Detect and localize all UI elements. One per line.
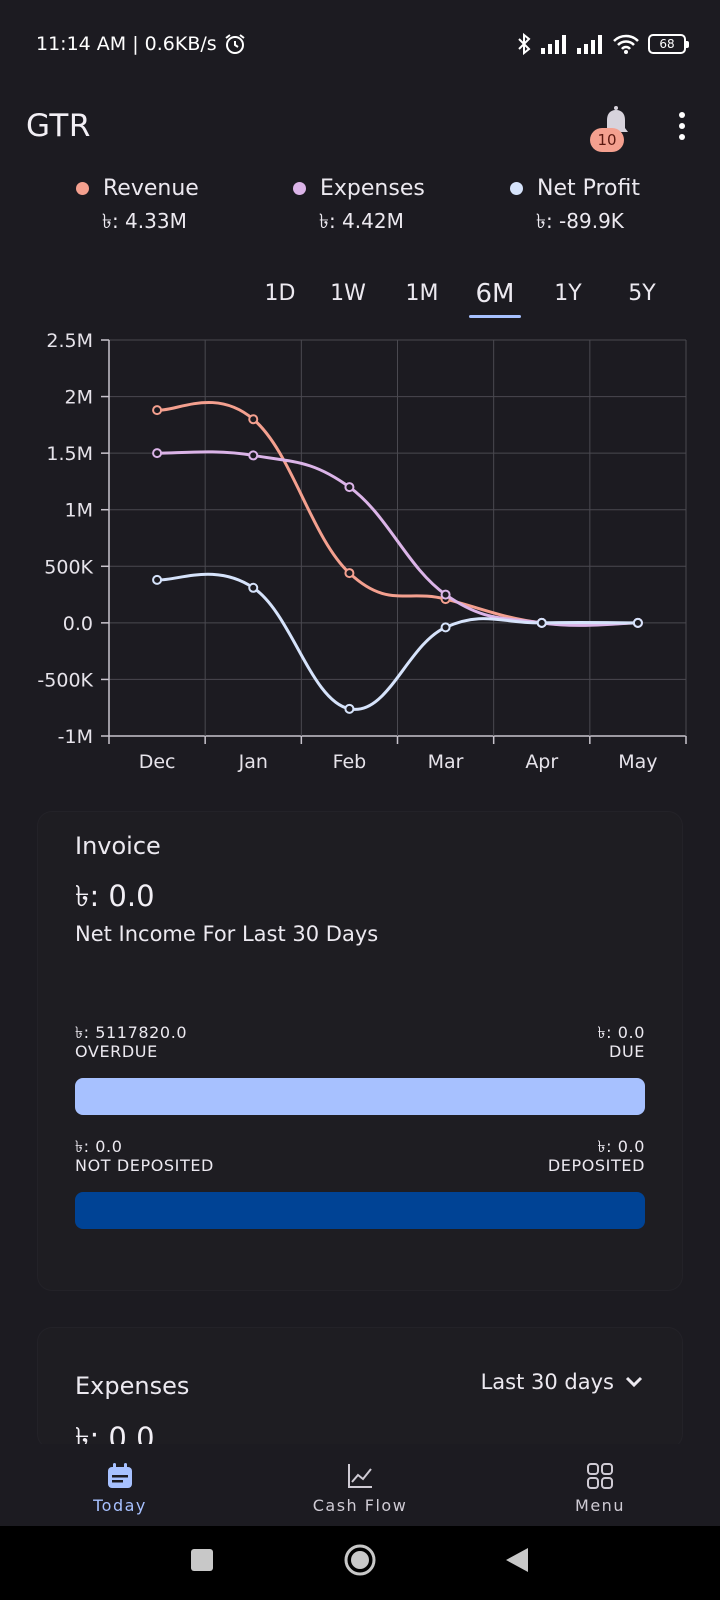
y-tick-label: -1M: [58, 726, 93, 748]
x-tick-label: Apr: [525, 751, 558, 773]
nav-today-label: Today: [93, 1496, 147, 1515]
x-tick-label: May: [618, 751, 657, 773]
expenses-dot: [293, 182, 306, 195]
back-icon[interactable]: [504, 1546, 530, 1574]
revenue-dot: [76, 182, 89, 195]
nav-today[interactable]: Today: [0, 1444, 240, 1526]
signal-icon: [541, 35, 566, 54]
data-point-expenses: [152, 448, 163, 459]
expenses-card[interactable]: Expenses ৳: 0.0 Last 30 days: [38, 1328, 682, 1455]
data-point-net-profit: [152, 574, 163, 585]
x-tick-label: Feb: [333, 751, 367, 773]
legend-expenses: Expenses ৳: 4.42M: [293, 176, 425, 240]
y-tick-label: 500K: [44, 556, 93, 578]
not-deposited-label: NOT DEPOSITED: [75, 1156, 214, 1175]
legend-revenue: Revenue ৳: 4.33M: [76, 176, 199, 240]
home-icon[interactable]: [343, 1543, 377, 1577]
page-title: GTR: [26, 108, 91, 144]
net-profit-dot: [510, 182, 523, 195]
tab-1m[interactable]: 1M: [401, 270, 443, 318]
tab-1w[interactable]: 1W: [327, 270, 369, 318]
status-time: 11:14 AM | 0.6KB/s: [36, 33, 217, 55]
y-tick-label: 1M: [65, 500, 93, 522]
nav-cash-flow-label: Cash Flow: [312, 1496, 408, 1515]
system-navigation-bar: [0, 1526, 720, 1600]
legend-expenses-label: Expenses: [320, 176, 425, 201]
y-tick-label: 2M: [65, 387, 93, 409]
data-point-revenue: [152, 405, 163, 416]
data-point-net-profit: [248, 582, 259, 593]
data-point-expenses: [248, 450, 259, 461]
y-tick-label: 1.5M: [46, 443, 93, 465]
y-tick-label: 0.0: [63, 613, 93, 635]
data-point-net-profit: [440, 622, 451, 633]
data-point-expenses: [440, 589, 451, 600]
legend-expenses-value: ৳: 4.42M: [319, 209, 404, 233]
data-point-expenses: [344, 482, 355, 493]
nav-menu[interactable]: Menu: [480, 1444, 720, 1526]
x-tick-label: Dec: [139, 751, 176, 773]
data-point-net-profit: [632, 617, 643, 628]
calendar-icon: [108, 1463, 132, 1488]
data-point-net-profit: [344, 703, 355, 714]
overdue-progress-bar[interactable]: [75, 1078, 645, 1115]
overdue-label: OVERDUE: [75, 1042, 158, 1061]
invoice-card[interactable]: Invoice ৳: 0.0 Net Income For Last 30 Da…: [38, 812, 682, 1290]
notification-badge: 10: [590, 128, 624, 152]
invoice-amount: ৳: 0.0: [75, 879, 155, 913]
app-bar: GTR 10: [0, 88, 720, 164]
signal-icon-2: [577, 35, 602, 54]
tab-5y[interactable]: 5Y: [625, 270, 659, 318]
period-tabs: 1D 1W 1M 6M 1Y 5Y: [255, 270, 685, 318]
data-point-revenue: [344, 568, 355, 579]
nav-menu-label: Menu: [575, 1496, 625, 1515]
invoice-subtitle: Net Income For Last 30 Days: [75, 922, 379, 946]
legend-revenue-label: Revenue: [103, 176, 199, 201]
legend-net-profit-value: ৳: -89.9K: [536, 209, 624, 233]
battery-icon: 68: [648, 34, 689, 54]
invoice-title: Invoice: [75, 832, 161, 860]
y-tick-label: 2.5M: [46, 330, 93, 352]
tab-6m[interactable]: 6M: [467, 270, 523, 318]
y-tick-label: -500K: [37, 669, 93, 691]
bluetooth-icon: [518, 32, 531, 56]
notifications-button[interactable]: 10: [590, 104, 638, 152]
deposited-label: DEPOSITED: [547, 1156, 645, 1175]
more-options-icon[interactable]: [670, 112, 694, 140]
legend-net-profit-label: Net Profit: [537, 176, 640, 201]
x-tick-label: Jan: [238, 751, 268, 773]
grid-icon: [587, 1463, 613, 1489]
bottom-navigation: Today Cash Flow Menu: [0, 1444, 720, 1526]
tab-1y[interactable]: 1Y: [551, 270, 585, 318]
chevron-down-icon: [625, 1376, 643, 1388]
date-range-label: Last 30 days: [480, 1370, 614, 1394]
legend-net-profit: Net Profit ৳: -89.9K: [510, 176, 640, 240]
x-tick-label: Mar: [428, 751, 464, 773]
wifi-icon: [613, 34, 639, 54]
line-chart: 2.5M 2M 1.5M 1M 500K 0.0 -500K -1M Dec Jan Feb Mar A…: [37, 330, 687, 773]
expenses-title: Expenses: [75, 1372, 190, 1400]
recents-icon[interactable]: [190, 1548, 214, 1572]
nav-cash-flow[interactable]: Cash Flow: [240, 1444, 480, 1526]
data-point-net-profit: [536, 617, 547, 628]
data-point-revenue: [248, 414, 259, 425]
date-range-dropdown[interactable]: Last 30 days: [481, 1370, 644, 1394]
status-bar: 11:14 AM | 0.6KB/s 68: [0, 0, 720, 88]
chart-icon: [348, 1464, 372, 1488]
legend-revenue-value: ৳: 4.33M: [102, 209, 187, 233]
alarm-icon: [225, 34, 245, 54]
due-label: DUE: [609, 1042, 645, 1061]
battery-level: 68: [659, 37, 675, 51]
deposit-progress-bar[interactable]: [75, 1192, 645, 1229]
tab-1d[interactable]: 1D: [255, 270, 305, 318]
